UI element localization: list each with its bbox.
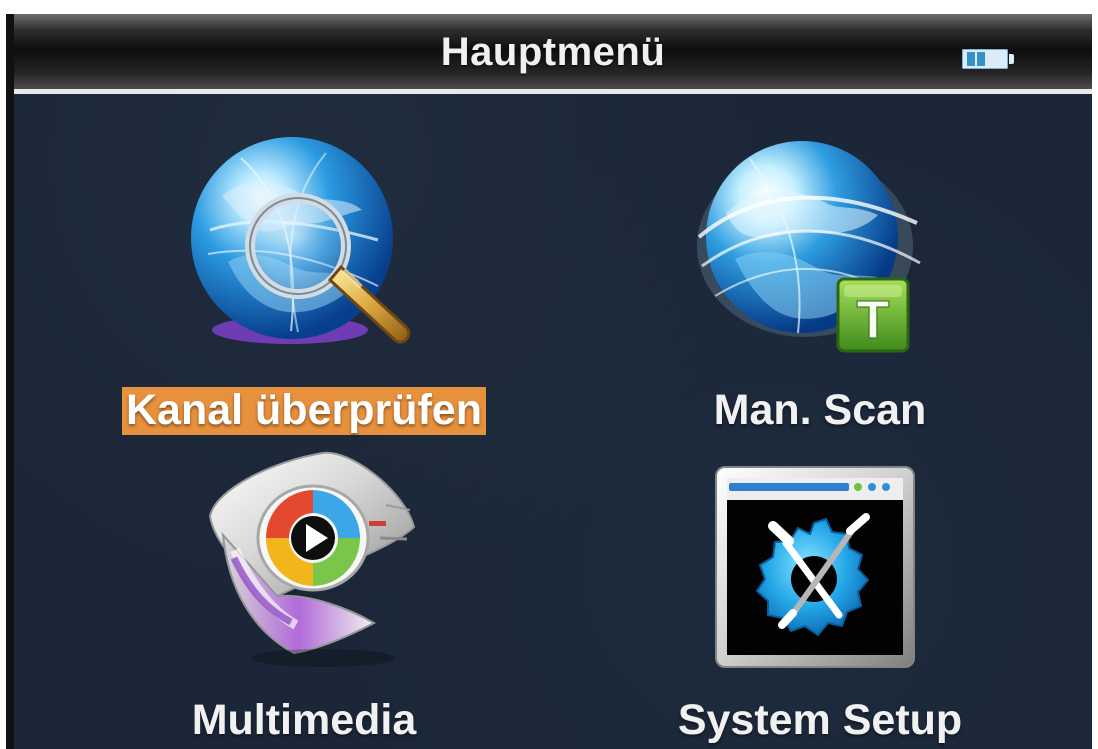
battery-cell (967, 52, 975, 66)
globe-t-scan-icon: T (697, 141, 921, 353)
menu-item-kanal-ueberpruefen[interactable]: Kanal überprüfen (94, 134, 514, 436)
menu-label-text: System Setup (677, 696, 963, 744)
battery-icon (962, 49, 1014, 69)
battery-cell (977, 52, 985, 66)
device-screen-frame: Hauptmenü Kanal überprüfen T Man. Scan M… (0, 0, 1098, 749)
title-bar: Hauptmenü (14, 14, 1092, 94)
svg-text:T: T (857, 290, 890, 350)
system-setup-icon (715, 466, 915, 668)
multimedia-player-icon (208, 451, 416, 667)
menu-label-text: Man. Scan (713, 386, 927, 434)
menu-item-multimedia[interactable]: Multimedia (94, 444, 514, 744)
screen-bezel: Hauptmenü Kanal überprüfen T Man. Scan M… (6, 14, 1092, 749)
menu-item-man-scan[interactable]: T Man. Scan (610, 134, 1030, 434)
menu-item-system-setup[interactable]: System Setup (610, 444, 1030, 744)
menu-label-multimedia: Multimedia (94, 696, 514, 745)
menu-label-kanal-ueberpruefen: Kanal überprüfen (94, 386, 514, 436)
battery-body (962, 49, 1008, 69)
menu-label-system-setup: System Setup (610, 696, 1030, 745)
battery-tip (1009, 54, 1014, 64)
selected-menu-label: Kanal überprüfen (122, 387, 486, 436)
menu-label-text: Multimedia (191, 696, 417, 744)
page-title: Hauptmenü (440, 30, 666, 74)
menu-label-man-scan: Man. Scan (610, 386, 1030, 435)
main-menu-panel: Hauptmenü Kanal überprüfen T Man. Scan M… (14, 14, 1092, 749)
globe-search-icon (191, 137, 411, 344)
